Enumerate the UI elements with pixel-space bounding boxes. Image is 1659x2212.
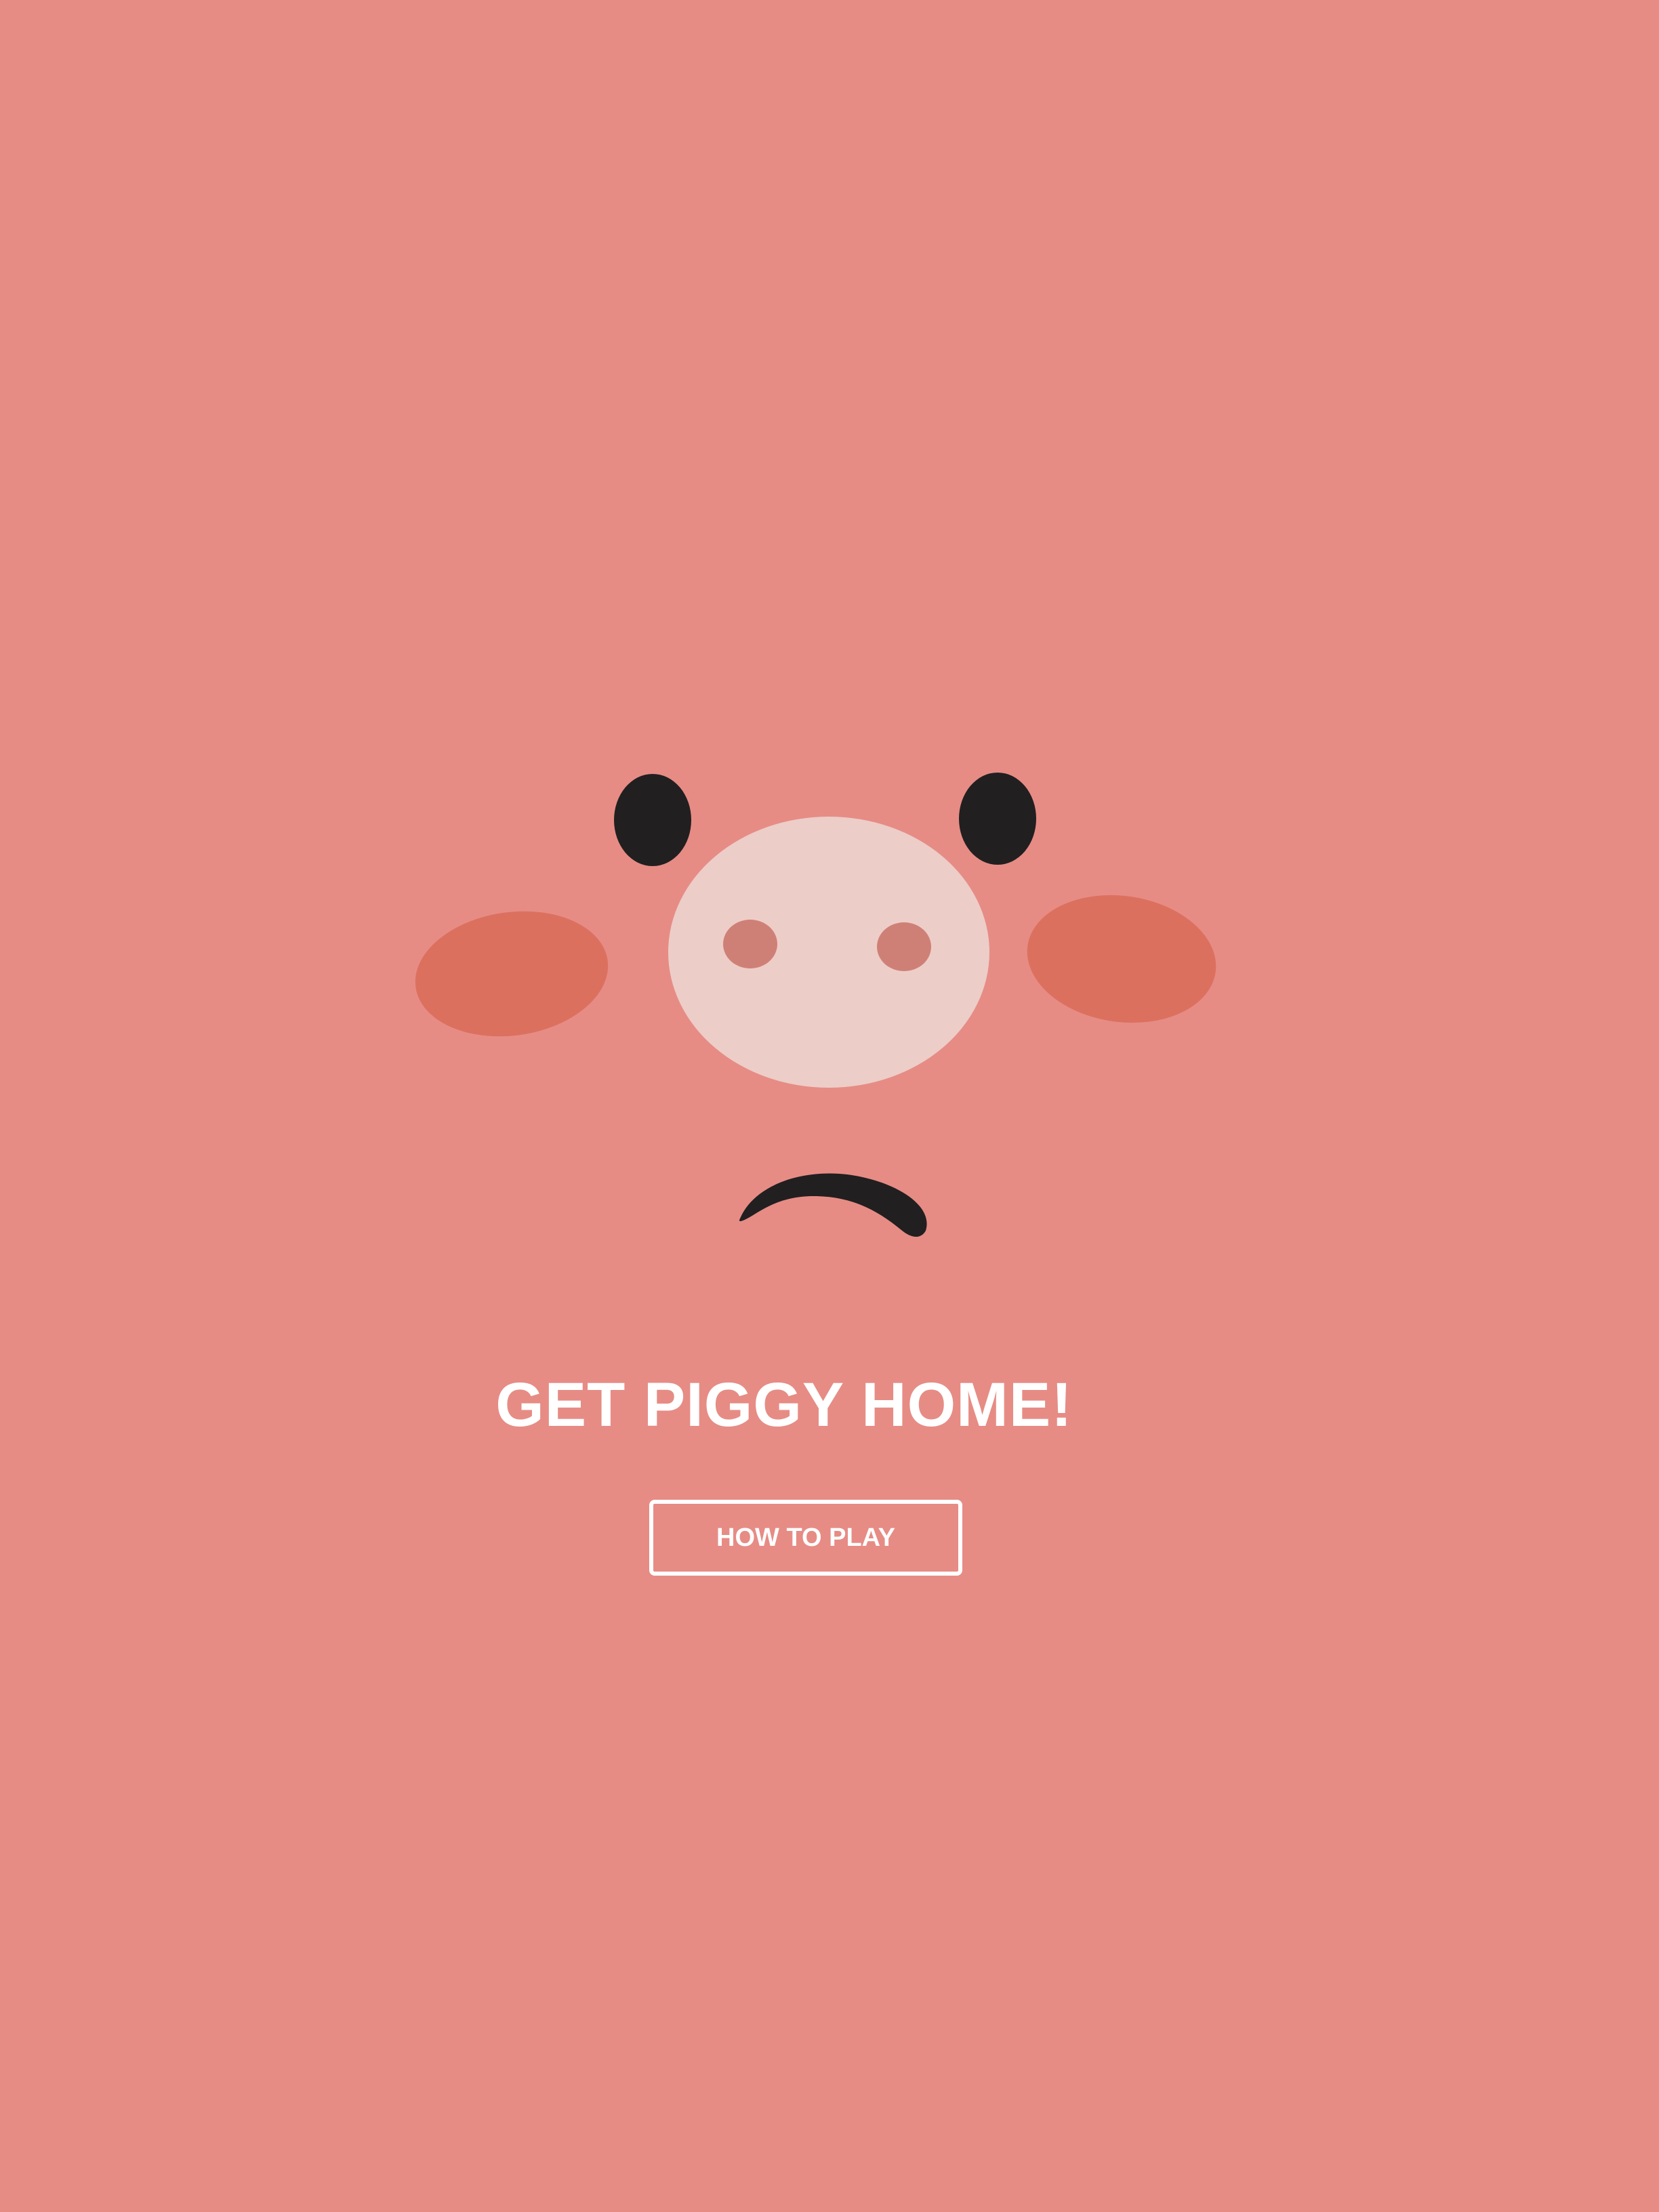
right-nostril bbox=[877, 922, 931, 971]
how-to-play-button[interactable]: HOW TO PLAY bbox=[649, 1500, 962, 1576]
game-title: GET PIGGY HOME! bbox=[495, 1370, 1073, 1439]
right-cheek bbox=[1027, 895, 1216, 1023]
sad-mouth bbox=[739, 1173, 927, 1237]
game-start-screen: GET PIGGY HOME! HOW TO PLAY bbox=[0, 0, 1659, 2212]
right-eye bbox=[959, 773, 1036, 865]
left-cheek bbox=[415, 911, 609, 1037]
pig-face bbox=[415, 773, 1216, 1237]
left-eye bbox=[614, 774, 691, 866]
snout bbox=[668, 817, 989, 1088]
left-nostril bbox=[723, 920, 777, 968]
